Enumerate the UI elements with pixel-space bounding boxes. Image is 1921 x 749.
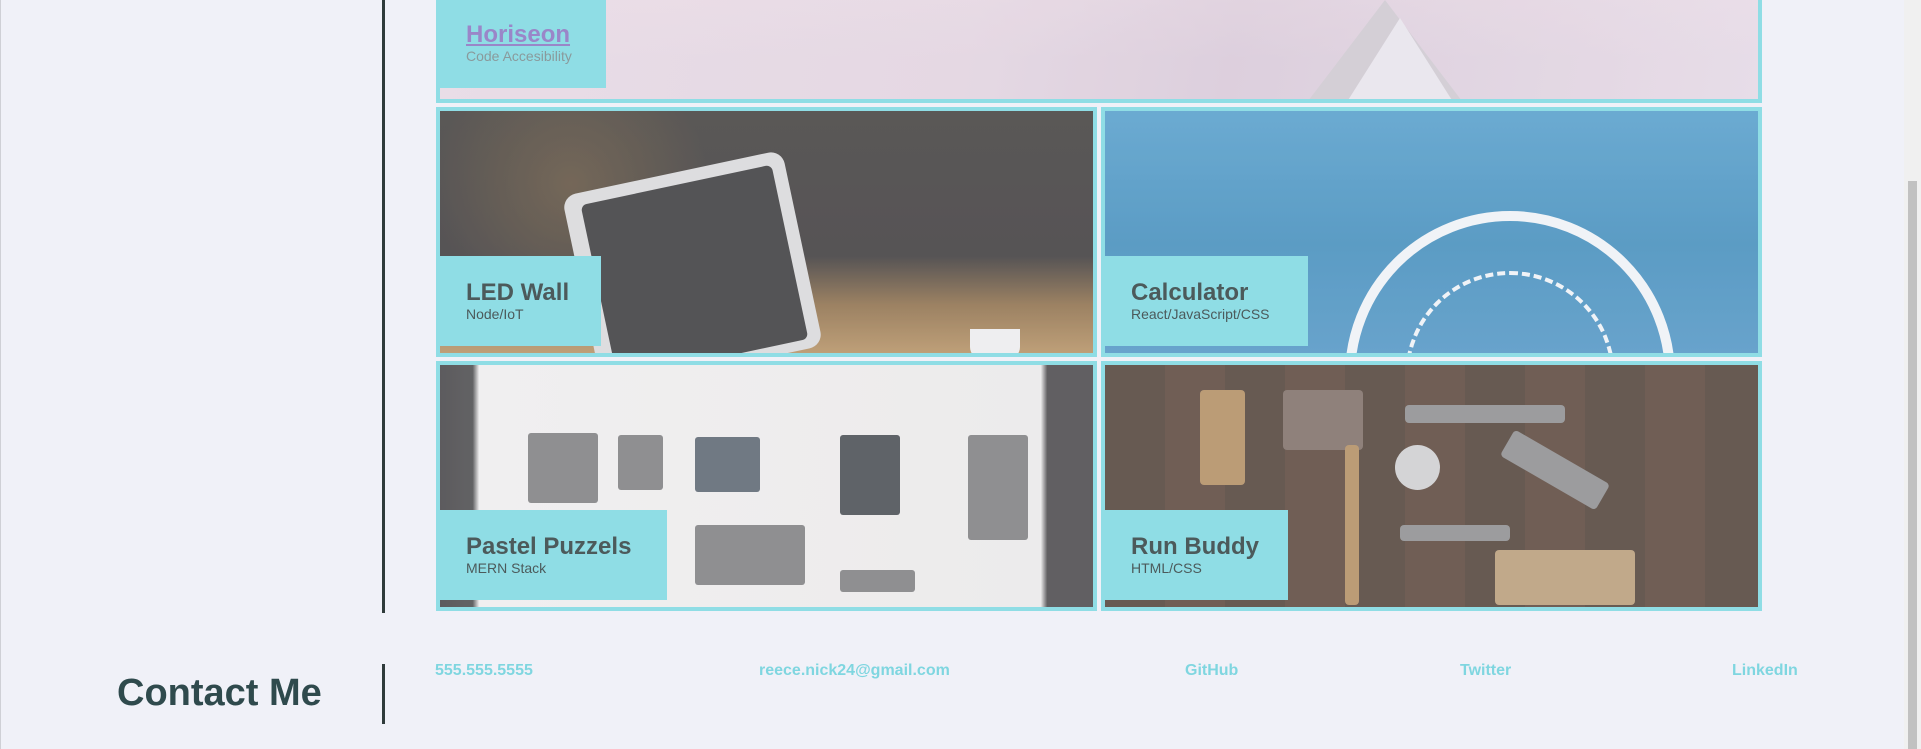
project-title: Calculator bbox=[1131, 279, 1249, 306]
camera-body-shape bbox=[968, 435, 1028, 540]
cup-shape bbox=[970, 329, 1020, 353]
vertical-scrollbar[interactable] bbox=[1904, 0, 1921, 749]
mountain-snow-shape bbox=[1345, 18, 1455, 99]
hammer-head-shape bbox=[1400, 525, 1510, 541]
project-label: Run Buddy HTML/CSS bbox=[1105, 510, 1288, 600]
project-label: Horiseon Code Accesibility bbox=[440, 0, 606, 88]
glove-shape bbox=[1200, 390, 1245, 485]
twitter-link[interactable]: Twitter bbox=[1460, 662, 1511, 680]
axe-handle-shape bbox=[1345, 445, 1359, 605]
flashlight-shape bbox=[1499, 429, 1611, 511]
contact-heading: Contact Me bbox=[117, 672, 322, 714]
scrollbar-thumb[interactable] bbox=[1908, 181, 1917, 749]
project-title: LED Wall bbox=[466, 279, 570, 306]
project-subtitle: Code Accesibility bbox=[466, 48, 572, 64]
project-title: Pastel Puzzels bbox=[466, 533, 632, 560]
camera-part-shape bbox=[618, 435, 663, 490]
axe-head-shape bbox=[1283, 390, 1363, 450]
project-card-led-wall[interactable]: LED Wall Node/IoT bbox=[436, 107, 1097, 357]
section-divider bbox=[382, 0, 385, 613]
page-left-edge bbox=[0, 0, 1, 749]
hammer-shape bbox=[1405, 405, 1565, 423]
project-title-link[interactable]: Horiseon bbox=[466, 22, 580, 48]
camera-part-shape bbox=[695, 525, 805, 585]
linkedin-link[interactable]: LinkedIn bbox=[1732, 662, 1798, 680]
camera-part-shape bbox=[528, 433, 598, 503]
phone-link[interactable]: 555.555.5555 bbox=[435, 662, 533, 680]
project-subtitle: HTML/CSS bbox=[1131, 560, 1202, 576]
laptop-screen-shape bbox=[580, 164, 809, 353]
project-card-calculator[interactable]: Calculator React/JavaScript/CSS bbox=[1101, 107, 1762, 357]
tape-measure-shape bbox=[1395, 445, 1440, 490]
project-title: Run Buddy bbox=[1131, 533, 1259, 560]
project-label: Calculator React/JavaScript/CSS bbox=[1105, 256, 1308, 346]
ferris-wheel-shape bbox=[1345, 211, 1675, 353]
project-subtitle: Node/IoT bbox=[466, 306, 524, 322]
project-subtitle: React/JavaScript/CSS bbox=[1131, 306, 1270, 322]
github-link[interactable]: GitHub bbox=[1185, 662, 1238, 680]
camera-part-shape bbox=[695, 437, 760, 492]
project-card-pastel-puzzels[interactable]: Pastel Puzzels MERN Stack bbox=[436, 361, 1097, 611]
project-image-mountain bbox=[440, 0, 1758, 99]
mountain-shape bbox=[1305, 0, 1465, 99]
camera-part-shape bbox=[840, 570, 915, 592]
project-card-horiseon[interactable]: Horiseon Code Accesibility bbox=[436, 0, 1762, 103]
screen-part-shape bbox=[840, 435, 900, 515]
project-label: LED Wall Node/IoT bbox=[440, 256, 601, 346]
project-subtitle: MERN Stack bbox=[466, 560, 547, 576]
glove-shape bbox=[1495, 550, 1635, 605]
ferris-wheel-inner-shape bbox=[1405, 271, 1615, 353]
email-link[interactable]: reece.nick24@gmail.com bbox=[759, 662, 950, 680]
contact-divider bbox=[382, 664, 385, 724]
project-label: Pastel Puzzels MERN Stack bbox=[440, 510, 667, 600]
project-card-run-buddy[interactable]: Run Buddy HTML/CSS bbox=[1101, 361, 1762, 611]
